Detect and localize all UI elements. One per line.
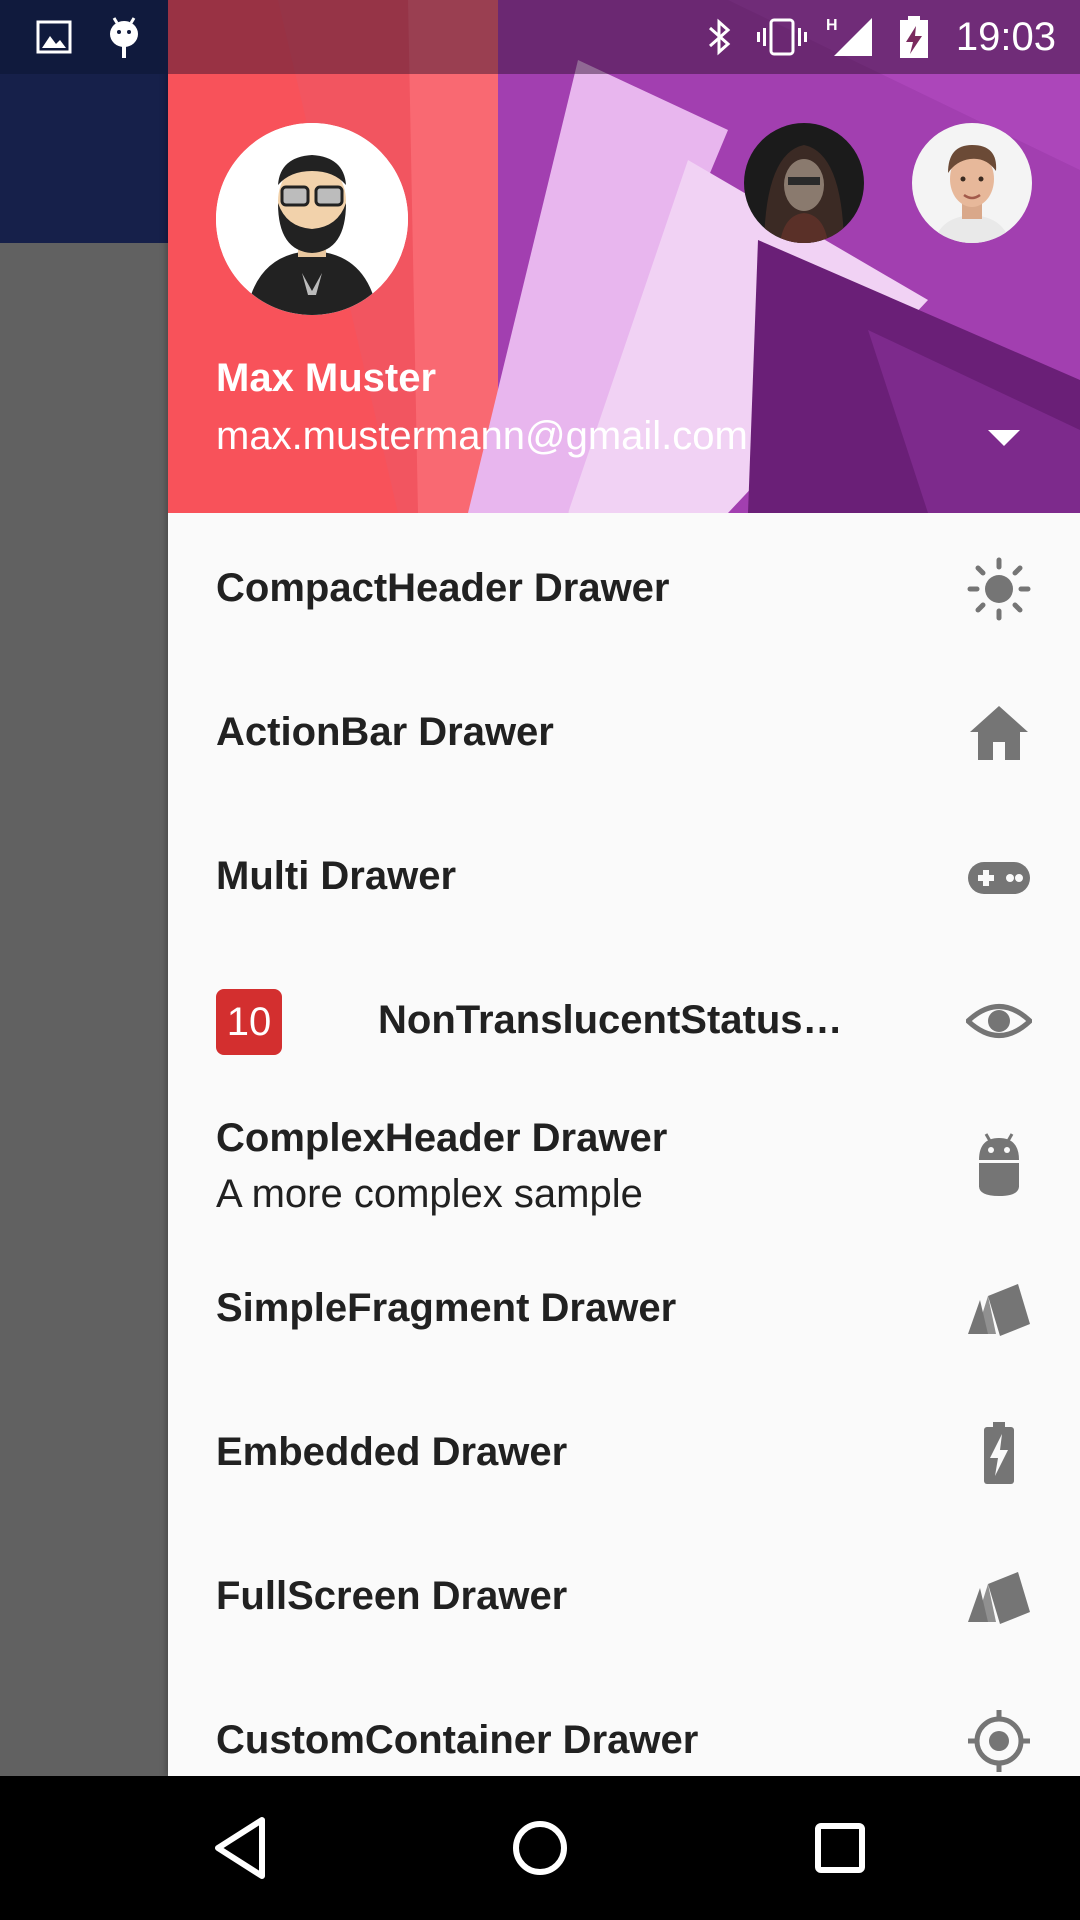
svg-text:H: H — [826, 17, 838, 34]
home-icon — [970, 706, 1028, 760]
cards-icon — [968, 1572, 1030, 1624]
drawer-item-complexheader[interactable]: ComplexHeader Drawer A more complex samp… — [168, 1092, 1080, 1236]
status-bar-left-bg — [0, 0, 168, 74]
drawer-item-description: A more complex sample — [216, 1172, 643, 1216]
home-button-icon[interactable] — [502, 1810, 578, 1886]
back-icon[interactable] — [204, 1810, 280, 1886]
recents-icon[interactable] — [802, 1810, 878, 1886]
eye-icon — [966, 1004, 1032, 1038]
battery-bolt-icon — [984, 1422, 1014, 1484]
profile-avatar[interactable] — [216, 123, 408, 315]
status-bar: H 19:03 — [0, 0, 1080, 74]
drawer-item-label: SimpleFragment Drawer — [216, 1286, 677, 1330]
drawer-item-embedded[interactable]: Embedded Drawer — [168, 1380, 1080, 1524]
count-badge: 10 — [216, 989, 282, 1055]
drawer-header: Max Muster max.mustermann@gmail.com — [168, 0, 1080, 513]
profile-name: Max Muster — [216, 356, 437, 400]
crosshair-icon — [968, 1710, 1030, 1772]
status-time: 19:03 — [955, 15, 1056, 59]
account-avatar-1[interactable] — [744, 123, 864, 243]
cards-icon — [968, 1284, 1030, 1336]
signal-h-icon: H — [826, 17, 872, 56]
drawer-item-label: Embedded Drawer — [216, 1430, 568, 1474]
drawer-item-compactheader[interactable]: CompactHeader Drawer — [168, 516, 1080, 660]
account-avatar-2[interactable] — [912, 123, 1032, 243]
drawer-item-label: ComplexHeader Drawer — [216, 1116, 668, 1160]
vibrate-icon — [757, 18, 807, 56]
android-icon — [979, 1133, 1019, 1196]
bluetooth-icon — [709, 18, 731, 56]
drawer-item-label: FullScreen Drawer — [216, 1574, 568, 1618]
drawer-item-fullscreen[interactable]: FullScreen Drawer — [168, 1524, 1080, 1668]
drawer-item-simplefragment[interactable]: SimpleFragment Drawer — [168, 1236, 1080, 1380]
hooded-man-avatar-icon — [744, 123, 864, 243]
navigation-drawer: Max Muster max.mustermann@gmail.com Comp… — [168, 0, 1080, 1776]
image-icon — [36, 20, 72, 54]
drawer-item-customcontainer[interactable]: CustomContainer Drawer — [168, 1668, 1080, 1776]
drawer-item-label: Multi Drawer — [216, 854, 457, 898]
drawer-item-multi[interactable]: Multi Drawer — [168, 804, 1080, 948]
drawer-item-nontranslucent[interactable]: 10 NonTranslucentStatus… — [168, 948, 1080, 1092]
brightness-icon — [967, 557, 1031, 621]
drawer-menu: CompactHeader Drawer ActionBar Drawer Mu… — [168, 516, 1080, 1776]
system-nav-bar — [0, 1776, 1080, 1920]
gamepad-icon — [968, 862, 1030, 894]
android-debug-icon — [110, 17, 138, 58]
battery-charging-icon — [900, 16, 928, 58]
drawer-item-label: CustomContainer Drawer — [216, 1718, 699, 1762]
drawer-item-label: CompactHeader Drawer — [216, 566, 670, 610]
young-man-avatar-icon — [912, 123, 1032, 243]
drawer-item-label: ActionBar Drawer — [216, 710, 554, 754]
profile-email: max.mustermann@gmail.com — [216, 414, 748, 458]
drawer-item-actionbar[interactable]: ActionBar Drawer — [168, 660, 1080, 804]
bearded-man-avatar-icon — [216, 123, 408, 315]
drawer-item-label: NonTranslucentStatus… — [378, 998, 843, 1042]
status-bar-right-bg — [168, 0, 1080, 74]
account-switcher-dropdown-icon[interactable] — [984, 424, 1024, 452]
